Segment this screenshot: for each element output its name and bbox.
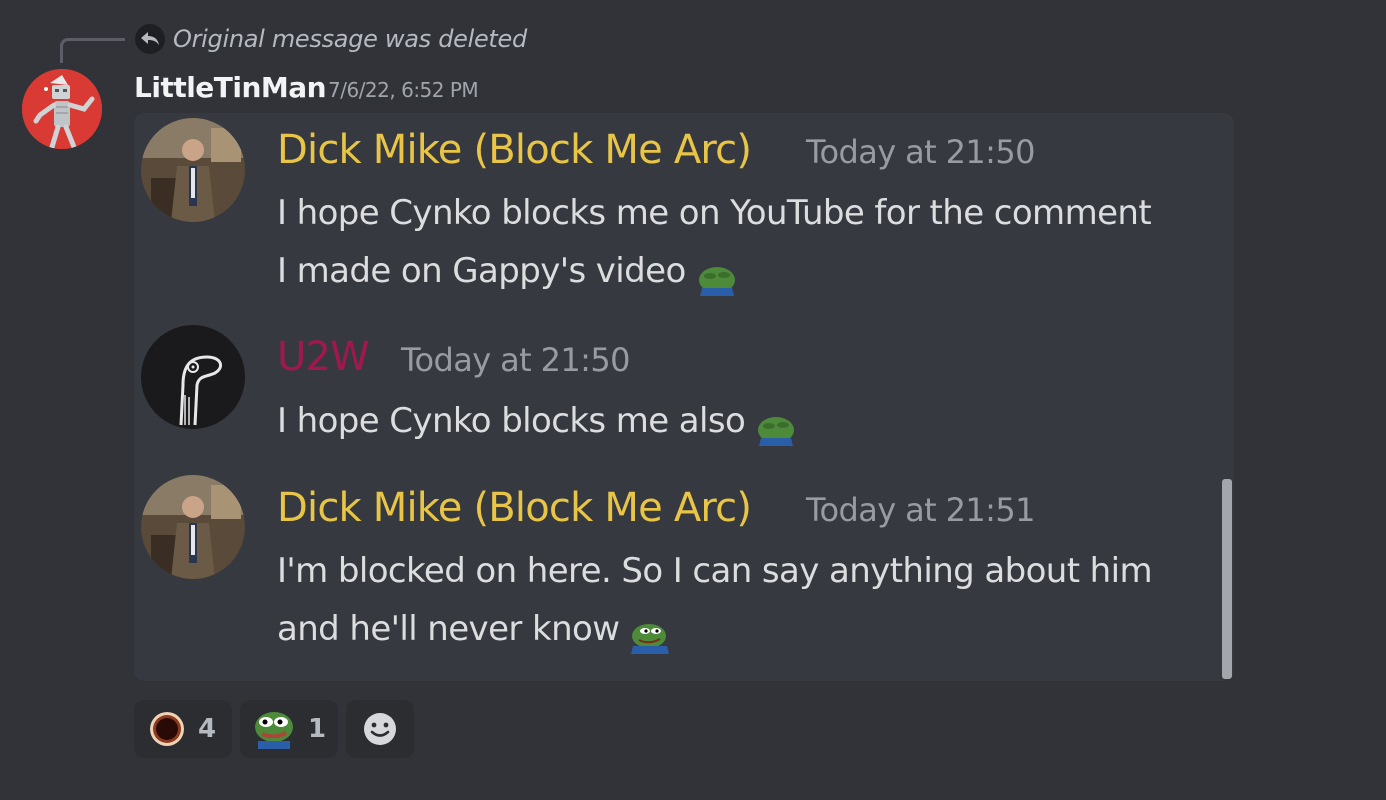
embedded-author-name: Dick Mike (Block Me Arc) — [277, 127, 752, 173]
message-line-with-emoji: and he'll never know — [277, 600, 1217, 658]
reaction-ring[interactable]: 4 — [134, 700, 232, 758]
pepe-hide-icon — [753, 406, 799, 446]
message-line: I hope Cynko blocks me on YouTube for th… — [277, 193, 1152, 233]
pepe-hide-icon — [694, 256, 740, 296]
pepe-sneaky-icon — [627, 614, 673, 654]
reaction-pepe[interactable]: 1 — [240, 700, 338, 758]
embedded-timestamp: Today at 21:50 — [806, 133, 1035, 171]
reply-icon — [135, 24, 165, 54]
msg-avatar — [141, 118, 245, 222]
embedded-author-name: Dick Mike (Block Me Arc) — [277, 485, 752, 531]
embedded-message-text: I hope Cynko blocks me also — [277, 392, 1217, 450]
embedded-message-text: I hope Cynko blocks me on YouTube for th… — [277, 184, 1217, 300]
author-username[interactable]: LittleTinMan — [134, 71, 327, 104]
message-line: I hope Cynko blocks me also — [277, 401, 746, 441]
reply-deleted-text[interactable]: Original message was deleted — [173, 25, 527, 53]
reaction-count: 1 — [308, 714, 327, 744]
message-line-with-emoji: I made on Gappy's video — [277, 242, 1217, 300]
smiley-icon — [362, 711, 398, 747]
user-avatar[interactable] — [22, 69, 102, 149]
message-line-with-emoji: I hope Cynko blocks me also — [277, 392, 1217, 450]
embedded-image[interactable]: Dick Mike (Block Me Arc) Today at 21:50 … — [134, 113, 1234, 681]
add-reaction-button[interactable] — [346, 700, 414, 758]
message-line: I made on Gappy's video — [277, 251, 686, 291]
chat-view: Original message was deleted LittleTinMa… — [0, 0, 1386, 800]
msg-avatar — [141, 475, 245, 579]
embedded-timestamp: Today at 21:50 — [401, 341, 630, 379]
embedded-message-text: I'm blocked on here. So I can say anythi… — [277, 542, 1217, 658]
message-timestamp: 7/6/22, 6:52 PM — [328, 78, 479, 102]
embedded-author-name: U2W — [277, 334, 370, 380]
reply-spine — [60, 38, 125, 63]
ring-icon — [148, 710, 186, 748]
msg-avatar — [141, 325, 245, 429]
pepe-face-icon — [252, 709, 296, 749]
scrollbar — [1222, 479, 1232, 679]
message-line: and he'll never know — [277, 609, 620, 649]
embedded-timestamp: Today at 21:51 — [806, 491, 1035, 529]
reaction-count: 4 — [198, 714, 217, 744]
message-line: I'm blocked on here. So I can say anythi… — [277, 551, 1153, 591]
